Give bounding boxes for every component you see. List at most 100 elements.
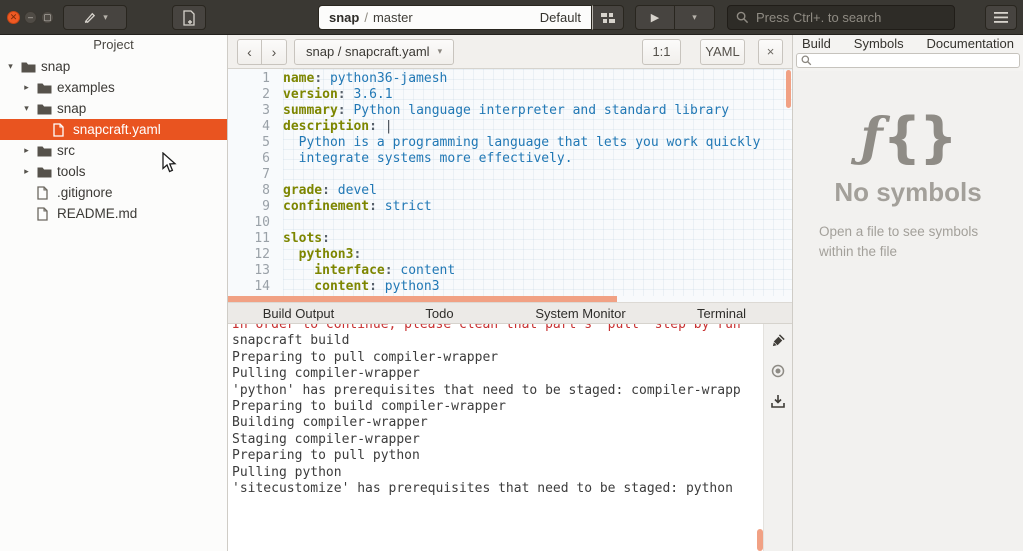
chevron-collapsed-icon[interactable]: ▸ [20,82,33,93]
code-token: python3 [385,279,440,294]
folder-icon [37,165,53,179]
right-panel: BuildSymbolsDocumentation ƒ{} No symbols… [792,35,1023,551]
line-number: 7 [228,167,283,183]
folder-label: snap [57,101,86,116]
build-output-log[interactable]: In order to continue, please clean that … [228,324,763,551]
build-pipeline-icon [601,12,616,24]
line-number: 14 [228,279,283,295]
output-scrollbar[interactable] [757,529,763,551]
bottom-panel-tabs: Build OutputTodoSystem MonitorTerminal [228,302,792,324]
sidebar-item-src[interactable]: ▸ src [0,140,227,161]
code-token: : [346,295,354,296]
output-toolbar [763,324,792,551]
line-number: 5 [228,135,283,151]
search-placeholder: Press Ctrl+. to search [756,10,881,25]
sidebar-item-readme-md[interactable]: README.md [0,203,227,224]
file-label: .gitignore [57,185,113,200]
file-label: README.md [57,206,137,221]
sidebar-item-gitignore[interactable]: .gitignore [0,182,227,203]
navigate-forward-button[interactable]: › [262,39,287,65]
sidebar-title: Project [0,35,227,54]
close-document-button[interactable]: × [758,39,783,65]
code-line: interface: content [283,263,792,279]
line-number: 8 [228,183,283,199]
code-token: slots [283,231,322,246]
code-area[interactable]: name: python36-jameshversion: 3.6.1summa… [283,69,792,296]
symbol-search-input[interactable] [796,53,1020,68]
build-configuration-label: Default [540,10,581,25]
editor-scrollbar[interactable] [786,70,791,108]
code-token: version [283,87,338,102]
language-mode-button[interactable]: YAML [700,39,745,65]
chevron-down-icon: ▾ [103,12,108,23]
sidebar-item-snapcraft-yaml[interactable]: snapcraft.yaml [0,119,227,140]
output-line: snapcraft build [232,333,763,349]
surface-selector-button[interactable]: ▾ [63,5,127,30]
project-sidebar: Project ▾snap▸examples▾snapsnapcraft.yam… [0,35,228,551]
omnibar[interactable]: snap / master Default [318,5,592,30]
build-pipeline-button[interactable] [592,5,624,30]
run-options-button[interactable]: ▾ [675,5,715,30]
folder-label: tools [57,164,86,179]
code-token: Python language interpreter and standard… [353,103,729,118]
open-document-selector[interactable]: snap / snapcraft.yaml ▾ [294,39,454,65]
panel-tab-symbols[interactable]: Symbols [854,36,904,52]
bottom-tab-terminal[interactable]: Terminal [651,303,792,323]
output-line: Pulling python [232,465,763,481]
panel-tab-documentation[interactable]: Documentation [927,36,1014,52]
output-line: Pulling compiler-wrapper [232,366,763,382]
zoom-level-button[interactable]: 1:1 [642,39,681,65]
bottom-tab-todo[interactable]: Todo [369,303,510,323]
minimize-window-button[interactable]: – [24,11,37,24]
code-token: Python is a programming language that le… [283,135,760,150]
code-line: confinement: strict [283,199,792,215]
code-line: Python is a programming language that le… [283,135,792,151]
output-line: Building compiler-wrapper [232,415,763,431]
clear-output-icon[interactable] [771,333,786,348]
panel-tab-build[interactable]: Build [802,36,831,52]
close-window-button[interactable]: ✕ [7,11,20,24]
save-output-icon[interactable] [771,394,785,408]
folder-icon [37,144,53,158]
code-editor[interactable]: 123456789101112131415161718 name: python… [228,69,792,296]
build-output-panel: In order to continue, please clean that … [228,324,792,551]
code-line: content: python3 [283,279,792,295]
record-icon[interactable] [771,364,785,378]
line-number: 1 [228,71,283,87]
sidebar-item-tools[interactable]: ▸ tools [0,161,227,182]
bottom-tab-system-monitor[interactable]: System Monitor [510,303,651,323]
document-title: snap / snapcraft.yaml [306,44,430,59]
chevron-expanded-icon[interactable]: ▾ [4,61,17,72]
new-document-button[interactable] [172,5,206,30]
code-token: interface [283,263,385,278]
folder-icon [21,60,37,74]
global-search-input[interactable]: Press Ctrl+. to search [727,5,955,30]
output-line: Preparing to pull python [232,448,763,464]
code-token: : [322,231,330,246]
code-token: read [283,295,346,296]
chevron-expanded-icon[interactable]: ▾ [20,103,33,114]
folder-icon [37,102,53,116]
maximize-window-button[interactable]: ▢ [41,11,54,24]
search-icon [801,55,812,66]
folder-label: src [57,143,75,158]
breadcrumb-separator: / [364,10,368,25]
bottom-tab-build-output[interactable]: Build Output [228,303,369,323]
sidebar-item-examples[interactable]: ▸examples [0,77,227,98]
chevron-collapsed-icon[interactable]: ▸ [20,145,33,156]
run-button[interactable]: ▶ [635,5,675,30]
code-line [283,167,792,183]
code-token: content [283,279,369,294]
window-controls: ✕ – ▢ [7,11,54,24]
sidebar-item-snap[interactable]: ▾snap [0,56,227,77]
app-menu-button[interactable] [985,5,1017,30]
empty-state-title: No symbols [834,177,981,208]
code-token: content [400,263,455,278]
sidebar-item-snap[interactable]: ▾ snap [0,98,227,119]
navigate-back-button[interactable]: ‹ [237,39,262,65]
gnome-builder-window: ✕ – ▢ ▾ snap / master Default [0,0,1023,551]
project-tree: ▾snap▸examples▾snapsnapcraft.yaml▸src▸to… [0,54,227,224]
chevron-collapsed-icon[interactable]: ▸ [20,166,33,177]
output-line: Preparing to build compiler-wrapper [232,399,763,415]
code-line: slots: [283,231,792,247]
